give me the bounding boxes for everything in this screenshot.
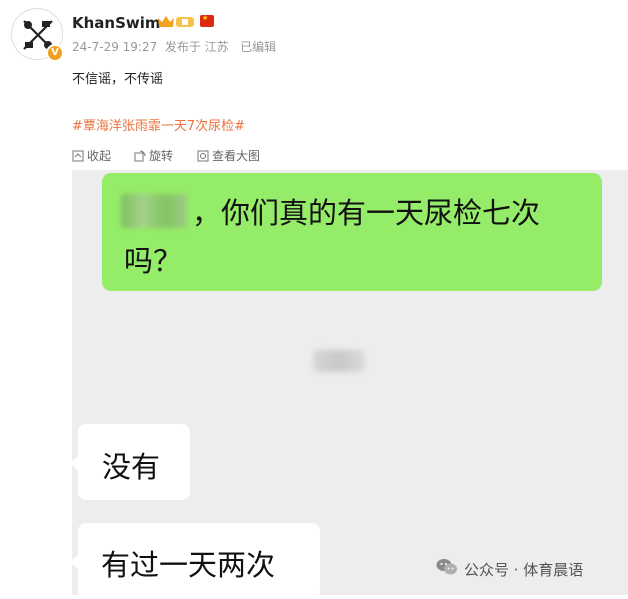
collapse-icon (72, 150, 84, 162)
china-flag-icon (200, 14, 214, 27)
vip-crown-icon (157, 14, 197, 33)
post-meta: 24-7-29 19:27 发布于 江苏 已编辑 (72, 40, 277, 54)
verified-badge-icon: V (46, 44, 64, 62)
collapse-label: 收起 (87, 149, 112, 163)
rotate-icon (134, 150, 146, 162)
view-large-icon (197, 150, 209, 162)
post-text: 不信谣，不传谣 (72, 72, 164, 87)
watermark-text: 公众号 · 体育晨语 (464, 560, 584, 579)
bubble-tail (70, 455, 79, 471)
rotate-button[interactable]: 旋转 (134, 147, 173, 164)
blurred-timestamp (313, 350, 365, 372)
hashtag-link[interactable]: #覃海洋张雨霏一天7次尿检# (72, 115, 245, 134)
collapse-button[interactable]: 收起 (72, 147, 111, 164)
sent-message-line1: ，你们真的有一天尿检七次 (192, 196, 541, 230)
wechat-icon (436, 558, 458, 580)
view-large-label: 查看大图 (212, 149, 261, 163)
reply-text: 有过一天两次 (101, 548, 276, 582)
blurred-name (121, 194, 187, 228)
username[interactable]: KhanSwim (72, 14, 161, 32)
bubble-tail (70, 554, 79, 570)
reply-text: 没有 (102, 450, 161, 484)
sent-message-line2: 吗？ (124, 244, 183, 278)
watermark: 公众号 · 体育晨语 (436, 558, 583, 580)
rotate-label: 旋转 (149, 149, 174, 163)
view-large-button[interactable]: 查看大图 (197, 147, 260, 164)
